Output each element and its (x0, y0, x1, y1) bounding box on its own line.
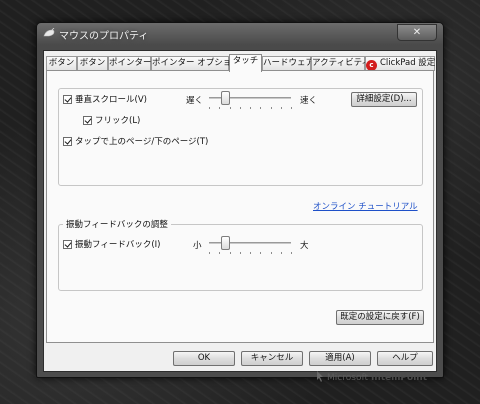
slider-thumb[interactable] (221, 236, 231, 250)
tab-strip: ボタン ボタン ポインター ポインター オプション タッチ ハードウェア アクテ… (46, 54, 436, 72)
tab-pointer[interactable]: ポインター (108, 56, 152, 71)
checkbox-checked-icon (83, 115, 92, 125)
slider-ticks (209, 107, 292, 110)
tab-label: ハードウェア (263, 58, 315, 68)
mouse-icon (43, 27, 55, 38)
cancel-button[interactable]: キャンセル (241, 351, 303, 366)
tab-label: ポインター (109, 58, 152, 68)
flick-label: フリック(L) (95, 116, 141, 126)
slider-tick (260, 252, 262, 254)
intellipoint-brand: Microsoft IntelliPoint (316, 371, 427, 385)
brand-product: IntelliPoint (371, 373, 427, 383)
brand-prefix: Microsoft (327, 373, 368, 383)
online-tutorial-link[interactable]: オンライン チュートリアル (313, 200, 418, 212)
slider-tick (270, 252, 272, 254)
scroll-speed-fast-label: 速く (300, 96, 318, 106)
ok-button[interactable]: OK (173, 351, 235, 366)
checkbox-checked-icon (63, 136, 72, 146)
slider-tick (219, 107, 221, 109)
title-bar[interactable]: マウスのプロパティ ✕ (37, 23, 443, 45)
haptic-strength-high-label: 大 (300, 241, 309, 251)
tap-page-checkbox[interactable]: タップで上のページ/下のページ(T) (63, 135, 208, 147)
tab-label: ClickPad 設定 (380, 58, 436, 68)
slider-tick (260, 107, 262, 109)
tab-label: アクティビティ (312, 58, 371, 68)
slider-tick (219, 252, 221, 254)
flick-checkbox[interactable]: フリック(L) (83, 114, 140, 126)
vertical-scroll-label: 垂直スクロール(V) (75, 95, 147, 105)
haptic-strength-low-label: 小 (193, 241, 202, 251)
haptic-group-title: 振動フィードバックの調整 (63, 218, 171, 230)
mouse-properties-window: マウスのプロパティ ✕ ボタン ボタン ポインター ポインター オプション タッ… (36, 22, 444, 383)
slider-tick (291, 107, 292, 109)
touch-settings-panel: 垂直スクロール(V) 遅く 速く 詳細設定(D)... フリック(L) タップで… (46, 70, 434, 383)
vertical-scroll-checkbox[interactable]: 垂直スクロール(V) (63, 93, 147, 105)
tab-label: ポインター オプション (152, 58, 240, 68)
tab-label: タッチ (232, 56, 259, 66)
slider-tick (250, 252, 251, 254)
slider-tick (229, 252, 231, 254)
window-title: マウスのプロパティ (59, 31, 149, 42)
tap-page-label: タップで上のページ/下のページ(T) (75, 137, 209, 147)
checkbox-checked-icon (63, 239, 72, 249)
close-button[interactable]: ✕ (397, 24, 437, 41)
slider-tick (239, 107, 241, 109)
intellipoint-mouse-icon (316, 371, 324, 385)
haptic-feedback-group: 振動フィードバックの調整 振動フィードバック(I) 小 大 (58, 218, 423, 291)
scroll-speed-slider[interactable] (209, 91, 292, 110)
tab-label: ボタン (79, 58, 106, 68)
slider-tick (280, 252, 282, 254)
scroll-speed-slow-label: 遅く (186, 96, 204, 106)
slider-tick (239, 252, 241, 254)
slider-tick (250, 107, 251, 109)
advanced-settings-button[interactable]: 詳細設定(D)... (351, 92, 417, 107)
slider-thumb[interactable] (221, 91, 231, 105)
slider-ticks (209, 252, 292, 255)
slider-tick (209, 252, 210, 254)
tab-activity[interactable]: アクティビティ (311, 56, 370, 71)
tab-touch[interactable]: タッチ (229, 54, 262, 72)
help-button[interactable]: ヘルプ (377, 351, 433, 366)
restore-defaults-button[interactable]: 既定の設定に戻す(F) (336, 310, 424, 325)
slider-tick (270, 107, 272, 109)
tab-buttons-2[interactable]: ボタン (77, 56, 108, 71)
apply-button[interactable]: 適用(A) (309, 351, 371, 366)
tab-label: ボタン (48, 58, 75, 68)
dialog-client-area: ボタン ボタン ポインター ポインター オプション タッチ ハードウェア アクテ… (43, 50, 437, 383)
slider-tick (291, 252, 292, 254)
close-icon: ✕ (412, 27, 422, 38)
tab-pointer-options[interactable]: ポインター オプション (151, 56, 240, 71)
haptic-feedback-label: 振動フィードバック(I) (75, 240, 161, 250)
slider-tick (209, 107, 210, 109)
tab-buttons-1[interactable]: ボタン (46, 56, 77, 71)
tab-hardware[interactable]: ハードウェア (262, 56, 315, 71)
checkbox-checked-icon (63, 94, 72, 104)
tab-clickpad[interactable]: c ClickPad 設定 (365, 56, 435, 71)
scroll-settings-group: 垂直スクロール(V) 遅く 速く 詳細設定(D)... フリック(L) タップで… (58, 88, 423, 186)
haptic-feedback-checkbox[interactable]: 振動フィードバック(I) (63, 238, 160, 250)
slider-tick (229, 107, 231, 109)
slider-tick (280, 107, 282, 109)
haptic-strength-slider[interactable] (209, 236, 292, 255)
